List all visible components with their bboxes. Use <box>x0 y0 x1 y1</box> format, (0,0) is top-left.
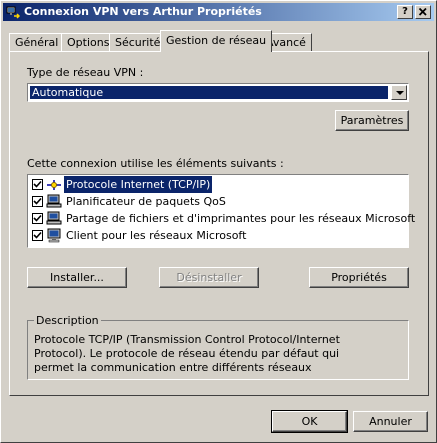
tab-general[interactable]: Général <box>9 33 65 51</box>
description-text: Protocole TCP/IP (Transmission Control P… <box>34 333 340 374</box>
properties-dialog: Connexion VPN vers Arthur Propriétés ? G… <box>0 0 437 443</box>
vpn-type-value: Automatique <box>30 86 388 99</box>
vpn-connection-icon <box>6 6 20 19</box>
checkmark-icon <box>33 180 42 188</box>
tab-security[interactable]: Sécurité <box>109 33 167 51</box>
cancel-button[interactable]: Annuler <box>353 411 428 432</box>
components-label: Cette connexion utilise les éléments sui… <box>27 157 284 170</box>
list-item-ms-client[interactable]: Client pour les réseaux Microsoft <box>29 227 407 244</box>
vpn-type-select[interactable]: Automatique <box>27 83 409 102</box>
network-service-icon <box>46 211 62 225</box>
network-client-icon <box>47 228 61 243</box>
item-label-qos: Planificateur de paquets QoS <box>66 195 226 208</box>
checkbox-ms-client[interactable] <box>32 230 43 241</box>
tab-networking-label: Gestion de réseau <box>166 34 267 47</box>
help-button[interactable]: ? <box>397 5 413 19</box>
uninstall-button[interactable]: Désinstaller <box>159 267 259 288</box>
description-group: Description Protocole TCP/IP (Transmissi… <box>27 314 409 380</box>
chevron-down-icon[interactable] <box>391 85 407 100</box>
item-label-file-sharing: Partage de fichiers et d'imprimantes pou… <box>66 212 416 225</box>
checkbox-qos[interactable] <box>32 196 43 207</box>
checkmark-icon <box>33 231 42 239</box>
ok-button[interactable]: OK <box>271 410 348 433</box>
tab-options-label: Options <box>67 36 110 49</box>
vpn-type-label: Type de réseau VPN : <box>27 66 144 79</box>
description-title: Description <box>34 314 101 327</box>
checkmark-icon <box>33 197 42 205</box>
checkmark-icon <box>33 214 42 222</box>
tab-general-label: Général <box>15 36 59 49</box>
settings-button[interactable]: Paramètres <box>335 110 409 131</box>
close-button[interactable] <box>415 5 431 19</box>
checkbox-tcpip[interactable] <box>32 179 43 190</box>
tab-security-label: Sécurité <box>115 36 161 49</box>
list-item-qos[interactable]: Planificateur de paquets QoS <box>29 193 407 210</box>
install-button[interactable]: Installer... <box>27 267 127 288</box>
properties-button[interactable]: Propriétés <box>309 267 409 288</box>
window-title: Connexion VPN vers Arthur Propriétés <box>24 5 262 18</box>
list-item-tcpip[interactable]: Protocole Internet (TCP/IP) <box>29 175 407 194</box>
components-list[interactable]: Protocole Internet (TCP/IP) Planificateu… <box>27 174 415 248</box>
close-icon <box>418 7 427 16</box>
title-bar[interactable]: Connexion VPN vers Arthur Propriétés ? <box>3 3 434 21</box>
tab-options[interactable]: Options <box>61 33 116 51</box>
tab-networking[interactable]: Gestion de réseau <box>160 30 273 52</box>
list-item-file-sharing[interactable]: Partage de fichiers et d'imprimantes pou… <box>29 210 415 227</box>
network-service-icon <box>46 194 62 208</box>
item-label-tcpip: Protocole Internet (TCP/IP) <box>62 175 214 194</box>
item-label-ms-client: Client pour les réseaux Microsoft <box>66 229 247 242</box>
checkbox-file-sharing[interactable] <box>32 213 43 224</box>
network-protocol-icon <box>47 180 61 190</box>
